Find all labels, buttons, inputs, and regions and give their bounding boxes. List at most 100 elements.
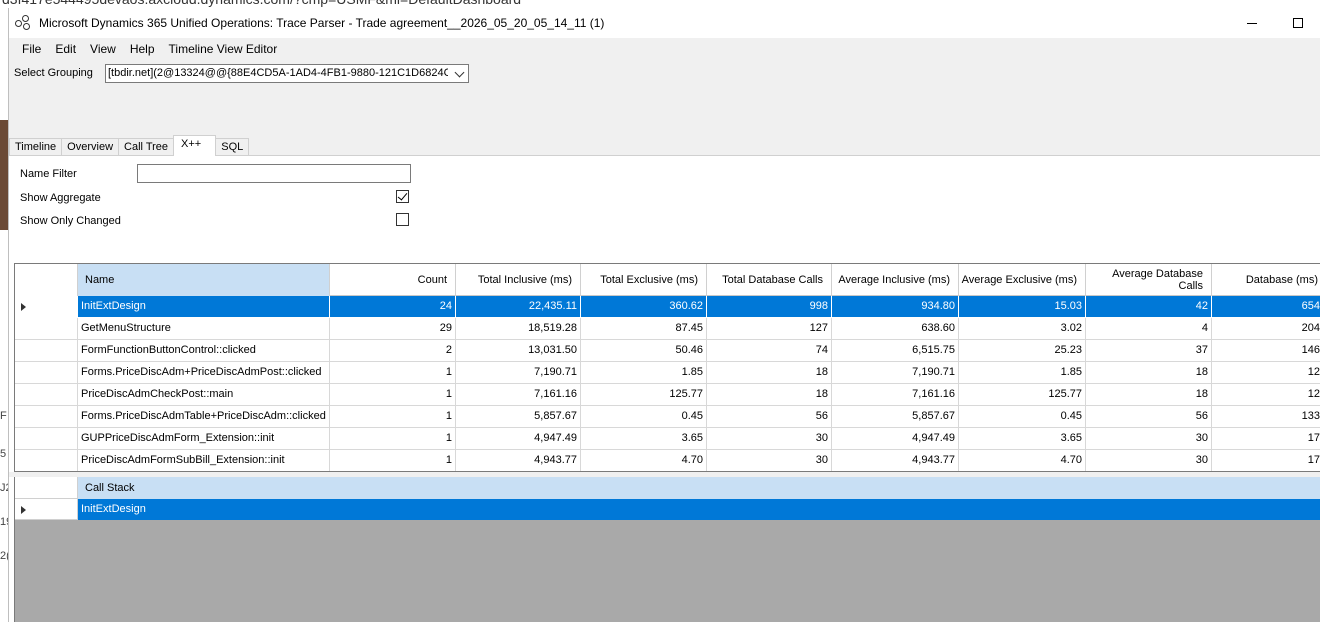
column-header-avg-inclusive[interactable]: Average Inclusive (ms)	[832, 264, 959, 296]
cell-avg-inclusive[interactable]: 638.60	[832, 318, 959, 340]
row-header[interactable]	[15, 406, 78, 428]
cell-total-inclusive[interactable]: 22,435.11	[456, 296, 581, 318]
cell-count[interactable]: 1	[330, 362, 456, 384]
tab-sql[interactable]: SQL	[215, 138, 250, 156]
cell-avg-db-calls[interactable]: 56	[1086, 406, 1212, 428]
cell-total-db-calls[interactable]: 30	[707, 428, 832, 450]
cell-database-ms[interactable]: 204.	[1212, 318, 1320, 340]
cell-avg-exclusive[interactable]: 0.45	[959, 406, 1086, 428]
cell-total-exclusive[interactable]: 50.46	[581, 340, 707, 362]
cell-database-ms[interactable]: 146.	[1212, 340, 1320, 362]
row-header[interactable]	[15, 450, 78, 471]
menu-help[interactable]: Help	[123, 38, 162, 60]
table-row[interactable]: FormFunctionButtonControl::clicked 2 13,03…	[15, 340, 1320, 362]
cell-total-inclusive[interactable]: 4,947.49	[456, 428, 581, 450]
cell-total-inclusive[interactable]: 4,943.77	[456, 450, 581, 471]
cell-name[interactable]: Forms.PriceDiscAdmTable+PriceDiscAdm::cl…	[78, 406, 330, 428]
table-row[interactable]: Forms.PriceDiscAdmTable+PriceDiscAdm::cl…	[15, 406, 1320, 428]
cell-total-exclusive[interactable]: 360.62	[581, 296, 707, 318]
cell-avg-db-calls[interactable]: 18	[1086, 384, 1212, 406]
column-header-total-inclusive[interactable]: Total Inclusive (ms)	[456, 264, 581, 296]
cell-name[interactable]: GUPPriceDiscAdmForm_Extension::init	[78, 428, 330, 450]
cell-total-db-calls[interactable]: 56	[707, 406, 832, 428]
cell-database-ms[interactable]: 17.	[1212, 450, 1320, 471]
row-header[interactable]	[15, 318, 78, 340]
cell-count[interactable]: 1	[330, 384, 456, 406]
cell-total-inclusive[interactable]: 7,161.16	[456, 384, 581, 406]
menu-file[interactable]: File	[9, 38, 48, 60]
maximize-button[interactable]	[1275, 8, 1320, 38]
cell-avg-exclusive[interactable]: 125.77	[959, 384, 1086, 406]
menu-timeline-view-editor[interactable]: Timeline View Editor	[162, 38, 285, 60]
show-aggregate-checkbox[interactable]	[396, 190, 409, 203]
table-row[interactable]: PriceDiscAdmFormSubBill_Extension::init 1…	[15, 450, 1320, 471]
title-bar[interactable]: Microsoft Dynamics 365 Unified Operation…	[9, 8, 1320, 38]
select-grouping-dropdown[interactable]: [tbdir.net](2@13324@@{88E4CD5A-1AD4-4FB1…	[105, 64, 469, 83]
tab-timeline[interactable]: Timeline	[9, 138, 63, 156]
cell-avg-inclusive[interactable]: 5,857.67	[832, 406, 959, 428]
cell-total-inclusive[interactable]: 13,031.50	[456, 340, 581, 362]
cell-total-inclusive[interactable]: 5,857.67	[456, 406, 581, 428]
call-stack-row[interactable]: InitExtDesign	[15, 499, 1320, 520]
cell-name[interactable]: Forms.PriceDiscAdm+PriceDiscAdmPost::cli…	[78, 362, 330, 384]
table-row[interactable]: Forms.PriceDiscAdm+PriceDiscAdmPost::cli…	[15, 362, 1320, 384]
cell-count[interactable]: 2	[330, 340, 456, 362]
cell-avg-db-calls[interactable]: 42	[1086, 296, 1212, 318]
chevron-down-icon[interactable]	[454, 67, 465, 78]
call-stack-entry[interactable]: InitExtDesign	[78, 499, 1320, 520]
cell-total-db-calls[interactable]: 18	[707, 362, 832, 384]
cell-avg-inclusive[interactable]: 4,943.77	[832, 450, 959, 471]
cell-count[interactable]: 1	[330, 428, 456, 450]
cell-avg-exclusive[interactable]: 1.85	[959, 362, 1086, 384]
column-header-call-stack[interactable]: Call Stack	[78, 477, 1320, 499]
cell-total-db-calls[interactable]: 30	[707, 450, 832, 471]
table-row[interactable]: PriceDiscAdmCheckPost::main 1 7,161.16 125.…	[15, 384, 1320, 406]
cell-name[interactable]: PriceDiscAdmCheckPost::main	[78, 384, 330, 406]
table-row[interactable]: InitExtDesign 24 22,435.11 360.62 998 934.80 1…	[15, 296, 1320, 318]
row-header[interactable]	[15, 362, 78, 384]
cell-database-ms[interactable]: 654.	[1212, 296, 1320, 318]
cell-total-exclusive[interactable]: 87.45	[581, 318, 707, 340]
cell-database-ms[interactable]: 17.	[1212, 428, 1320, 450]
column-header-database-ms[interactable]: Database (ms)	[1212, 264, 1320, 296]
cell-total-exclusive[interactable]: 0.45	[581, 406, 707, 428]
cell-total-exclusive[interactable]: 3.65	[581, 428, 707, 450]
table-row[interactable]: GetMenuStructure 29 18,519.28 87.45 127 638.6…	[15, 318, 1320, 340]
table-row[interactable]: GUPPriceDiscAdmForm_Extension::init 1 4,94…	[15, 428, 1320, 450]
cell-avg-inclusive[interactable]: 7,190.71	[832, 362, 959, 384]
menu-edit[interactable]: Edit	[48, 38, 83, 60]
cell-avg-db-calls[interactable]: 30	[1086, 450, 1212, 471]
cell-avg-inclusive[interactable]: 6,515.75	[832, 340, 959, 362]
cell-total-db-calls[interactable]: 998	[707, 296, 832, 318]
column-header-total-exclusive[interactable]: Total Exclusive (ms)	[581, 264, 707, 296]
cell-total-exclusive[interactable]: 1.85	[581, 362, 707, 384]
cell-avg-db-calls[interactable]: 30	[1086, 428, 1212, 450]
row-header-column[interactable]	[15, 264, 78, 296]
row-header[interactable]	[15, 428, 78, 450]
row-header[interactable]	[15, 296, 78, 318]
cell-count[interactable]: 29	[330, 318, 456, 340]
cell-avg-exclusive[interactable]: 4.70	[959, 450, 1086, 471]
column-header-total-db-calls[interactable]: Total Database Calls	[707, 264, 832, 296]
cell-avg-db-calls[interactable]: 37	[1086, 340, 1212, 362]
column-header-count[interactable]: Count	[330, 264, 456, 296]
cell-database-ms[interactable]: 12.	[1212, 362, 1320, 384]
tab-overview[interactable]: Overview	[61, 138, 120, 156]
cell-avg-exclusive[interactable]: 15.03	[959, 296, 1086, 318]
cell-avg-db-calls[interactable]: 18	[1086, 362, 1212, 384]
cell-total-db-calls[interactable]: 18	[707, 384, 832, 406]
cell-database-ms[interactable]: 133.	[1212, 406, 1320, 428]
row-header[interactable]	[15, 384, 78, 406]
cell-database-ms[interactable]: 12.	[1212, 384, 1320, 406]
tab-xpp[interactable]: X++	[173, 135, 217, 156]
name-filter-input[interactable]	[137, 164, 411, 183]
column-header-avg-db-calls[interactable]: Average Database Calls	[1086, 264, 1212, 296]
column-header-name[interactable]: Name	[78, 264, 330, 296]
cell-count[interactable]: 1	[330, 406, 456, 428]
cell-count[interactable]: 24	[330, 296, 456, 318]
cell-total-inclusive[interactable]: 18,519.28	[456, 318, 581, 340]
cell-avg-inclusive[interactable]: 934.80	[832, 296, 959, 318]
cell-total-db-calls[interactable]: 74	[707, 340, 832, 362]
row-header[interactable]	[15, 340, 78, 362]
show-only-changed-checkbox[interactable]	[396, 213, 409, 226]
